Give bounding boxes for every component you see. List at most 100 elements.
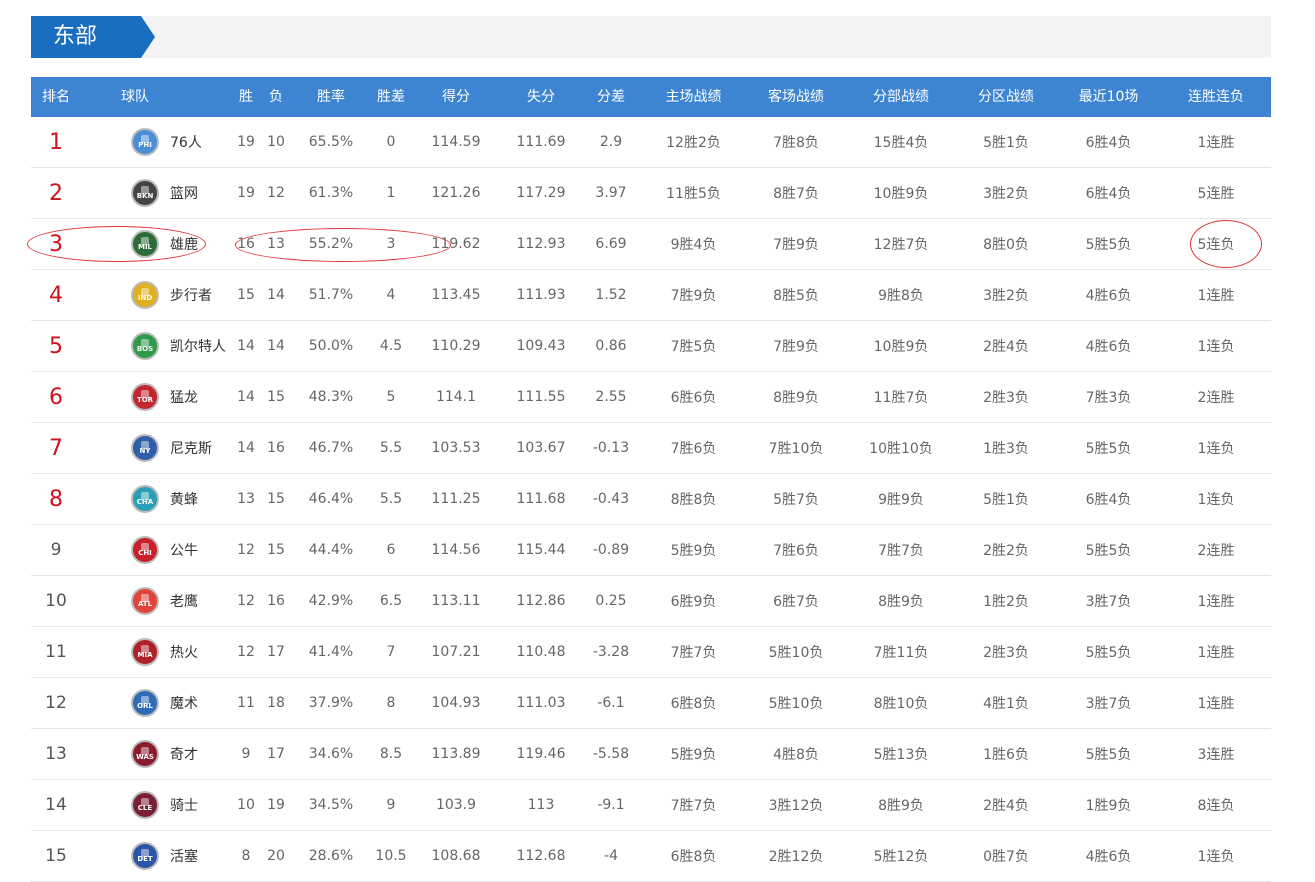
team-cell[interactable]: TOR 猛龙 — [81, 372, 231, 422]
away-cell: 8胜5负 — [773, 288, 819, 304]
table-row[interactable]: 9 CHI 公牛 12 15 44.4% 6 114.56 115.44 -0.89 5胜9负 7胜6… — [31, 525, 1271, 576]
table-row[interactable]: 4 IND 步行者 15 14 51.7% 4 113.45 111.93 1.52 7胜9负 8胜5… — [31, 270, 1271, 321]
team-cell[interactable]: IND 步行者 — [81, 270, 231, 320]
conference-bar: 东部 — [31, 16, 1271, 58]
table-row[interactable]: 10 ATL 老鹰 12 16 42.9% 6.5 113.11 112.86 0.25 6胜9负 6… — [31, 576, 1271, 627]
team-cell[interactable]: CHA 黄蜂 — [81, 474, 231, 524]
diff-cell: -5.58 — [592, 746, 630, 762]
home-cell: 7胜6负 — [670, 441, 717, 457]
conference-tab-east[interactable]: 东部 — [31, 16, 155, 58]
column-header-w[interactable]: 胜 — [231, 77, 261, 117]
team-cell[interactable]: NY 尼克斯 — [81, 423, 231, 473]
team-logo-icon[interactable]: PHI — [131, 128, 159, 156]
team-logo-icon[interactable]: ORL — [131, 689, 159, 717]
team-name[interactable]: 尼克斯 — [170, 438, 212, 458]
team-logo-icon[interactable]: TOR — [131, 383, 159, 411]
div-cell: 8胜9负 — [878, 798, 924, 814]
column-header-last10[interactable]: 最近10场 — [1056, 77, 1161, 117]
team-name[interactable]: 活塞 — [170, 846, 198, 866]
table-row[interactable]: 2 BKN 篮网 19 12 61.3% 1 121.26 117.29 3.97 11胜5负 8胜7… — [31, 168, 1271, 219]
team-name[interactable]: 奇才 — [170, 744, 198, 764]
team-cell[interactable]: CHI 公牛 — [81, 525, 231, 575]
team-logo-icon[interactable]: ATL — [131, 587, 159, 615]
away-cell: 3胜12负 — [768, 798, 824, 814]
team-name[interactable]: 篮网 — [170, 183, 198, 203]
team-name[interactable]: 魔术 — [170, 693, 198, 713]
team-cell[interactable]: WAS 奇才 — [81, 729, 231, 779]
team-cell[interactable]: BOS 凯尔特人 — [81, 321, 231, 371]
last10-cell: 3胜7负 — [1085, 594, 1132, 610]
team-logo-icon[interactable]: IND — [131, 281, 159, 309]
table-row[interactable]: 1 PHI 76人 19 10 65.5% 0 114.59 111.69 2.9 12胜2负 7胜8… — [31, 117, 1271, 168]
team-name[interactable]: 猛龙 — [170, 387, 198, 407]
team-cell[interactable]: PHI 76人 — [81, 117, 231, 167]
table-row[interactable]: 15 DET 活塞 8 20 28.6% 10.5 108.68 112.68 -4 6胜8负 2胜1… — [31, 831, 1271, 882]
column-header-pct[interactable]: 胜率 — [291, 77, 371, 117]
table-row[interactable]: 3 MIL 雄鹿 16 13 55.2% 3 119.62 112.93 6.69 9胜4负 7胜9负… — [31, 219, 1271, 270]
pf-cell: 104.93 — [431, 695, 481, 711]
l-cell: 15 — [267, 542, 285, 558]
team-name[interactable]: 热火 — [170, 642, 198, 662]
team-cell[interactable]: CLE 骑士 — [81, 780, 231, 830]
team-logo-icon[interactable]: BKN — [131, 179, 159, 207]
team-name[interactable]: 雄鹿 — [170, 234, 198, 254]
table-row[interactable]: 11 MIA 热火 12 17 41.4% 7 107.21 110.48 -3.28 7胜7负 5胜… — [31, 627, 1271, 678]
table-row[interactable]: 14 CLE 骑士 10 19 34.5% 9 103.9 113 -9.1 7胜7负 3胜12负 8胜… — [31, 780, 1271, 831]
column-header-div[interactable]: 分部战绩 — [846, 77, 956, 117]
conf-cell: 2胜4负 — [983, 798, 1029, 814]
div-cell: 9胜9负 — [878, 492, 924, 508]
table-row[interactable]: 8 CHA 黄蜂 13 15 46.4% 5.5 111.25 111.68 -0.43 8胜8负 5… — [31, 474, 1271, 525]
team-logo-icon[interactable]: BOS — [131, 332, 159, 360]
diff-cell: -0.89 — [592, 542, 630, 558]
pct-cell: 46.7% — [308, 440, 354, 456]
team-cell[interactable]: MIA 热火 — [81, 627, 231, 677]
team-name[interactable]: 公牛 — [170, 540, 198, 560]
column-header-conf[interactable]: 分区战绩 — [956, 77, 1056, 117]
column-header-rank[interactable]: 排名 — [31, 77, 81, 117]
team-logo-icon[interactable]: DET — [131, 842, 159, 870]
team-cell[interactable]: BKN 篮网 — [81, 168, 231, 218]
team-name[interactable]: 步行者 — [170, 285, 212, 305]
column-header-pf[interactable]: 得分 — [411, 77, 501, 117]
team-name[interactable]: 黄蜂 — [170, 489, 198, 509]
away-cell: 8胜9负 — [773, 390, 819, 406]
column-header-team[interactable]: 球队 — [81, 77, 231, 117]
column-header-pa[interactable]: 失分 — [501, 77, 581, 117]
team-name[interactable]: 凯尔特人 — [170, 336, 226, 356]
table-row[interactable]: 12 ORL 魔术 11 18 37.9% 8 104.93 111.03 -6.1 6胜8负 5胜1… — [31, 678, 1271, 729]
team-cell[interactable]: ATL 老鹰 — [81, 576, 231, 626]
column-header-away[interactable]: 客场战绩 — [746, 77, 846, 117]
pf-cell: 121.26 — [431, 185, 481, 201]
conf-cell: 2胜3负 — [983, 645, 1029, 661]
team-logo-icon[interactable]: CLE — [131, 791, 159, 819]
column-header-streak[interactable]: 连胜连负 — [1161, 77, 1271, 117]
table-row[interactable]: 5 BOS 凯尔特人 14 14 50.0% 4.5 110.29 109.43 0.86 7胜5负… — [31, 321, 1271, 372]
team-logo-icon[interactable]: MIA — [131, 638, 159, 666]
pa-cell: 111.69 — [516, 134, 566, 150]
team-logo-icon[interactable]: CHA — [131, 485, 159, 513]
team-logo-icon[interactable]: WAS — [131, 740, 159, 768]
team-cell[interactable]: MIL 雄鹿 — [81, 219, 231, 269]
column-header-diff[interactable]: 分差 — [581, 77, 641, 117]
rank-cell: 1 — [49, 129, 63, 155]
table-row[interactable]: 6 TOR 猛龙 14 15 48.3% 5 114.1 111.55 2.55 6胜6负 8胜9负 1… — [31, 372, 1271, 423]
team-name[interactable]: 老鹰 — [170, 591, 198, 611]
team-logo-icon[interactable]: CHI — [131, 536, 159, 564]
column-header-l[interactable]: 负 — [261, 77, 291, 117]
table-row[interactable]: 13 WAS 奇才 9 17 34.6% 8.5 113.89 119.46 -5.58 5胜9负 4… — [31, 729, 1271, 780]
w-cell: 10 — [237, 797, 255, 813]
conf-cell: 2胜4负 — [983, 339, 1029, 355]
table-row[interactable]: 7 NY 尼克斯 14 16 46.7% 5.5 103.53 103.67 -0.13 7胜6负 7… — [31, 423, 1271, 474]
w-cell: 12 — [237, 593, 255, 609]
last10-cell: 5胜5负 — [1085, 543, 1132, 559]
team-name[interactable]: 76人 — [170, 132, 202, 152]
team-logo-icon[interactable]: NY — [131, 434, 159, 462]
column-header-home[interactable]: 主场战绩 — [641, 77, 746, 117]
streak-cell: 8连负 — [1197, 798, 1235, 814]
pct-cell: 42.9% — [308, 593, 354, 609]
team-cell[interactable]: ORL 魔术 — [81, 678, 231, 728]
pa-cell: 119.46 — [516, 746, 566, 762]
team-name[interactable]: 骑士 — [170, 795, 198, 815]
column-header-gb[interactable]: 胜差 — [371, 77, 411, 117]
team-logo-icon[interactable]: MIL — [131, 230, 159, 258]
